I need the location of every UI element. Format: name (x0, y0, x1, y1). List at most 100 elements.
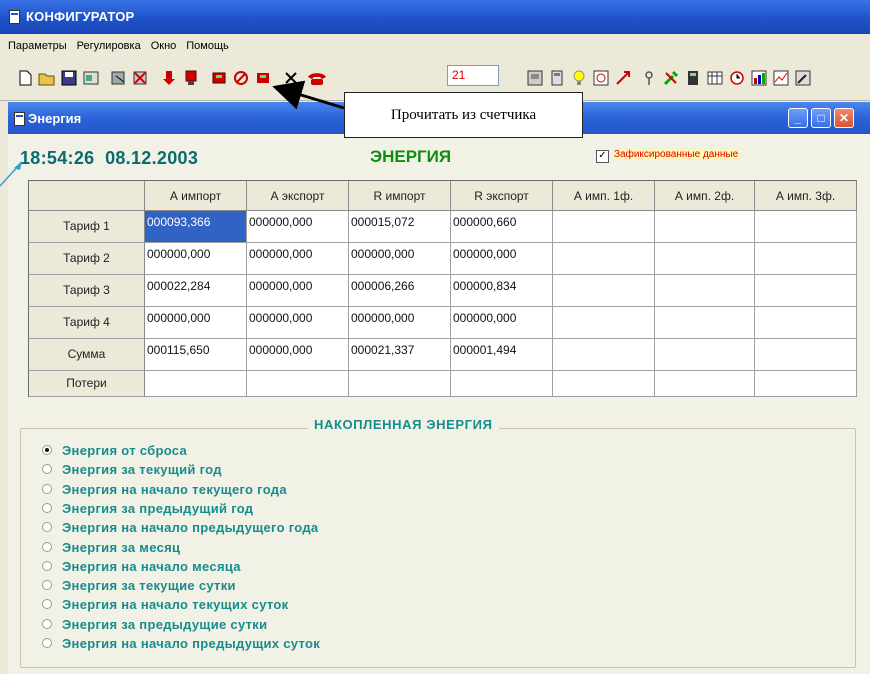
table-cell[interactable]: 000000,000 (247, 243, 349, 275)
calculator-icon[interactable] (682, 66, 704, 89)
accumulated-option[interactable]: Энергия на начало текущих суток (42, 597, 288, 615)
accumulated-option[interactable]: Энергия на начало месяца (42, 559, 241, 577)
radio-button[interactable] (42, 618, 52, 629)
minimize-button[interactable]: _ (788, 108, 808, 128)
table-cell[interactable]: 000000,000 (349, 243, 451, 275)
radio-button[interactable] (42, 580, 52, 591)
tools-icon[interactable] (660, 66, 682, 89)
column-header[interactable]: R импорт (349, 181, 451, 211)
table-cell[interactable]: 000006,266 (349, 275, 451, 307)
radio-button[interactable] (42, 502, 52, 513)
table-cell[interactable] (655, 339, 755, 371)
column-header[interactable]: А импорт (145, 181, 247, 211)
accumulated-option[interactable]: Энергия за текущий год (42, 462, 222, 480)
accumulated-option[interactable]: Энергия за месяц (42, 540, 180, 558)
accumulated-option[interactable]: Энергия на начало текущего года (42, 482, 287, 500)
meter-icon[interactable] (524, 66, 546, 89)
device-icon[interactable] (546, 66, 568, 89)
radio-button[interactable] (42, 541, 52, 552)
table-cell[interactable]: 000000,000 (247, 339, 349, 371)
table-cell[interactable]: 000000,000 (247, 211, 349, 243)
table-cell[interactable] (655, 371, 755, 397)
meter-flag-icon[interactable] (252, 66, 274, 89)
fixed-data-label[interactable]: Зафиксированные данные (613, 149, 740, 160)
column-header[interactable]: А имп. 1ф. (553, 181, 655, 211)
table-cell[interactable] (655, 211, 755, 243)
table-cell[interactable] (553, 243, 655, 275)
radio-button[interactable] (42, 599, 52, 610)
radio-button[interactable] (42, 445, 52, 455)
accumulated-option[interactable]: Энергия от сброса (42, 443, 187, 461)
table-cell[interactable]: 000000,660 (451, 211, 553, 243)
table-cell[interactable] (755, 307, 857, 339)
arrow-icon[interactable] (612, 66, 634, 89)
menu-window[interactable]: Окно (146, 34, 182, 56)
clock-schedule-icon[interactable] (590, 66, 612, 89)
open-folder-icon[interactable] (36, 66, 58, 89)
bulb-icon[interactable] (568, 66, 590, 89)
table-cell[interactable]: 000000,000 (349, 307, 451, 339)
table-cell[interactable]: 000001,494 (451, 339, 553, 371)
table-cell[interactable] (655, 307, 755, 339)
table-cell[interactable]: 000000,000 (247, 307, 349, 339)
table-cell[interactable] (755, 339, 857, 371)
table-cell[interactable]: 000000,000 (145, 243, 247, 275)
table-cell[interactable]: 000000,000 (145, 307, 247, 339)
table-cell[interactable]: 000000,834 (451, 275, 553, 307)
table-cell[interactable]: 000022,284 (145, 275, 247, 307)
accumulated-option[interactable]: Энергия на начало предыдущих суток (42, 636, 320, 654)
column-header[interactable]: R экспорт (451, 181, 553, 211)
chart-icon[interactable] (748, 66, 770, 89)
row-header[interactable]: Потери (29, 371, 145, 397)
table-cell[interactable] (247, 371, 349, 397)
table-cell-selected[interactable]: 000093,366 (145, 211, 247, 243)
table-cell[interactable] (755, 243, 857, 275)
table-cell[interactable] (755, 275, 857, 307)
download-icon[interactable] (158, 66, 180, 89)
radio-button[interactable] (42, 560, 52, 571)
table-cell[interactable] (755, 211, 857, 243)
radio-button[interactable] (42, 522, 52, 533)
table-cell[interactable]: 000015,072 (349, 211, 451, 243)
toolbar-number-field[interactable]: 21 (447, 65, 499, 86)
disconnect-meter-icon[interactable] (130, 66, 152, 89)
stop-icon[interactable] (230, 66, 252, 89)
radio-button[interactable] (42, 483, 52, 494)
table-cell[interactable]: 000000,000 (451, 307, 553, 339)
maximize-button[interactable]: □ (811, 108, 831, 128)
menu-regulation[interactable]: Регулировка (72, 34, 146, 56)
table-cell[interactable] (451, 371, 553, 397)
table-cell[interactable] (553, 339, 655, 371)
connect-meter-icon[interactable] (108, 66, 130, 89)
accumulated-option[interactable]: Энергия на начало предыдущего года (42, 520, 318, 538)
save-icon[interactable] (58, 66, 80, 89)
row-header[interactable]: Тариф 1 (29, 211, 145, 243)
accumulated-option[interactable]: Энергия за предыдущий год (42, 501, 253, 519)
column-header[interactable]: А экспорт (247, 181, 349, 211)
close-button[interactable]: ✕ (834, 108, 854, 128)
graph-icon[interactable] (770, 66, 792, 89)
magic-icon[interactable] (792, 66, 814, 89)
table-cell[interactable] (755, 371, 857, 397)
row-header[interactable]: Тариф 2 (29, 243, 145, 275)
table-cell[interactable] (349, 371, 451, 397)
menu-help[interactable]: Помощь (181, 34, 234, 56)
phone-icon[interactable] (306, 66, 328, 89)
table-cell[interactable] (553, 307, 655, 339)
properties-icon[interactable] (80, 66, 102, 89)
accumulated-option[interactable]: Энергия за предыдущие сутки (42, 617, 267, 635)
clock-icon[interactable] (726, 66, 748, 89)
key-icon[interactable] (638, 66, 660, 89)
close-x-icon[interactable] (280, 66, 302, 89)
row-header[interactable]: Тариф 3 (29, 275, 145, 307)
table-cell[interactable] (553, 371, 655, 397)
row-header[interactable]: Сумма (29, 339, 145, 371)
read-meter-icon[interactable] (208, 66, 230, 89)
radio-button[interactable] (42, 638, 52, 648)
new-file-icon[interactable] (14, 66, 36, 89)
upload-icon[interactable] (180, 66, 202, 89)
accumulated-option[interactable]: Энергия за текущие сутки (42, 578, 236, 596)
table-cell[interactable] (655, 243, 755, 275)
table-cell[interactable]: 000021,337 (349, 339, 451, 371)
radio-button[interactable] (42, 464, 52, 475)
